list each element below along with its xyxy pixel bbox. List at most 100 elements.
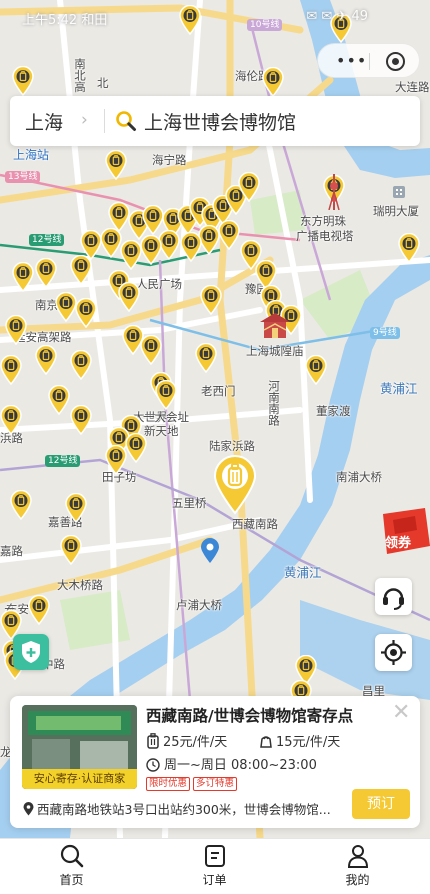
storage-point-pin[interactable] (195, 343, 217, 373)
search-input[interactable]: 上海世博会博物馆 (144, 108, 296, 135)
storage-point-pin[interactable] (10, 490, 32, 520)
storage-point-pin[interactable] (120, 240, 142, 270)
selected-location-pin[interactable] (212, 455, 258, 515)
clock-icon (146, 758, 160, 776)
city-selector[interactable]: 上海 (25, 108, 63, 135)
safety-shield-button[interactable] (13, 634, 49, 670)
tab-label: 我的 (345, 873, 370, 887)
metro-line-badge: 9号线 (370, 327, 400, 339)
storage-point-pin[interactable] (140, 235, 162, 265)
map-label: 东方明珠 (300, 214, 346, 228)
storage-point-pin[interactable] (0, 355, 22, 385)
book-button[interactable]: 预订 (352, 789, 410, 819)
storage-point-pin[interactable] (35, 258, 57, 288)
store-card[interactable]: 安心寄存·认证商家 西藏南路/世博会博物馆寄存点 ✕ 25元/件/天 15元/件… (10, 696, 420, 828)
more-menu-button[interactable]: ••• (336, 53, 367, 69)
storage-point-pin[interactable] (100, 228, 122, 258)
customer-service-button[interactable] (375, 578, 412, 615)
capsule-divider (369, 53, 370, 70)
headset-icon (383, 588, 404, 610)
metro-line-badge: 13号线 (5, 171, 41, 183)
map-label: 上海城隍庙 (246, 344, 304, 358)
status-bar: 上午5:42 和田 ✉ ✉ ✈ 49 (0, 0, 430, 36)
storage-point-pin[interactable] (5, 315, 27, 345)
storage-point-pin[interactable] (218, 220, 240, 250)
storage-point-pin[interactable] (12, 262, 34, 292)
storage-point-pin[interactable] (65, 493, 87, 523)
storage-point-pin[interactable] (70, 405, 92, 435)
status-icons: ✉ ✉ ✈ 49 (306, 9, 368, 24)
map-label: 新天地 (144, 424, 179, 438)
close-mini-program-button[interactable] (386, 52, 405, 71)
map-label: 人民广场 (136, 277, 182, 291)
small-luggage-price: 15元/件/天 (259, 731, 340, 753)
map-label: 卢浦大桥 (176, 598, 222, 612)
tower-landmark-icon (326, 174, 342, 211)
promo-tag: 限时优惠 (146, 777, 191, 791)
storage-point-pin[interactable] (0, 405, 22, 435)
storage-point-pin[interactable] (55, 292, 77, 322)
map-label: 上海站 (13, 148, 50, 162)
storage-point-pin[interactable] (60, 535, 82, 565)
storage-point-pin[interactable] (70, 350, 92, 380)
map-label: 北 (97, 76, 109, 90)
map-label: 五里桥 (172, 496, 207, 510)
coupon-label: 领券 (385, 536, 412, 551)
storage-point-pin[interactable] (125, 433, 147, 463)
storage-point-pin[interactable] (262, 67, 284, 97)
map-label: 董家渡 (316, 404, 351, 418)
storage-point-pin[interactable] (105, 150, 127, 180)
locate-me-button[interactable] (375, 634, 412, 671)
map-label: 老西门 (201, 384, 236, 398)
status-time: 上午5:42 和田 (22, 13, 108, 28)
storage-point-pin[interactable] (238, 172, 260, 202)
map-label: 南浦大桥 (336, 470, 382, 484)
storage-point-pin[interactable] (48, 385, 70, 415)
search-icon (115, 110, 137, 132)
tab-profile[interactable]: 我的 (286, 839, 429, 894)
order-icon (204, 845, 225, 867)
storage-point-pin[interactable] (12, 66, 34, 96)
store-name: 西藏南路/世博会博物馆寄存点 (146, 707, 354, 725)
map-label: 海宁路 (152, 153, 187, 167)
storage-point-pin[interactable] (28, 595, 50, 625)
map-label: 大连路 (395, 80, 430, 94)
storage-point-pin[interactable] (105, 445, 127, 475)
tab-orders[interactable]: 订单 (143, 839, 286, 894)
storage-point-pin[interactable] (118, 282, 140, 312)
mini-program-capsule: ••• (317, 43, 420, 78)
storage-point-pin[interactable] (200, 285, 222, 315)
search-bar: 上海 › 上海世博会博物馆 (10, 96, 420, 146)
crosshair-icon (381, 640, 406, 665)
large-luggage-price: 25元/件/天 (146, 731, 227, 753)
store-thumbnail: 安心寄存·认证商家 (22, 705, 137, 789)
chevron-right-icon[interactable]: › (81, 110, 88, 130)
profile-icon (347, 845, 368, 868)
storage-point-pin[interactable] (180, 232, 202, 262)
tab-label: 订单 (202, 873, 227, 887)
small-price-text: 15元/件/天 (276, 735, 341, 750)
storage-point-pin[interactable] (35, 345, 57, 375)
map-label: 瑞明大厦 (373, 204, 419, 218)
coupon-button[interactable]: 领券 (377, 508, 430, 554)
storage-point-pin[interactable] (398, 233, 420, 263)
storage-point-pin[interactable] (155, 380, 177, 410)
storage-point-pin[interactable] (305, 355, 327, 385)
building-icon (392, 184, 406, 198)
metro-line-badge: 12号线 (45, 455, 81, 467)
close-icon[interactable]: ✕ (392, 702, 410, 724)
search-icon (60, 844, 83, 868)
map-label: 嘉路 (0, 544, 23, 558)
address-text: 西藏南路地铁站3号口出站约300米，世博会博物馆... (37, 802, 331, 817)
location-pin-icon (23, 802, 34, 819)
store-address: 西藏南路地铁站3号口出站约300米，世博会博物馆... (23, 799, 331, 819)
tab-home[interactable]: 首页 (0, 839, 143, 894)
storage-point-pin[interactable] (75, 298, 97, 328)
large-price-text: 25元/件/天 (163, 735, 228, 750)
storage-point-pin[interactable] (140, 335, 162, 365)
search-divider (104, 109, 105, 133)
map-label: 黄浦江 (380, 381, 418, 396)
map-label: 大木桥路 (57, 578, 103, 592)
temple-landmark-icon (258, 310, 292, 340)
storage-point-pin[interactable] (70, 255, 92, 285)
